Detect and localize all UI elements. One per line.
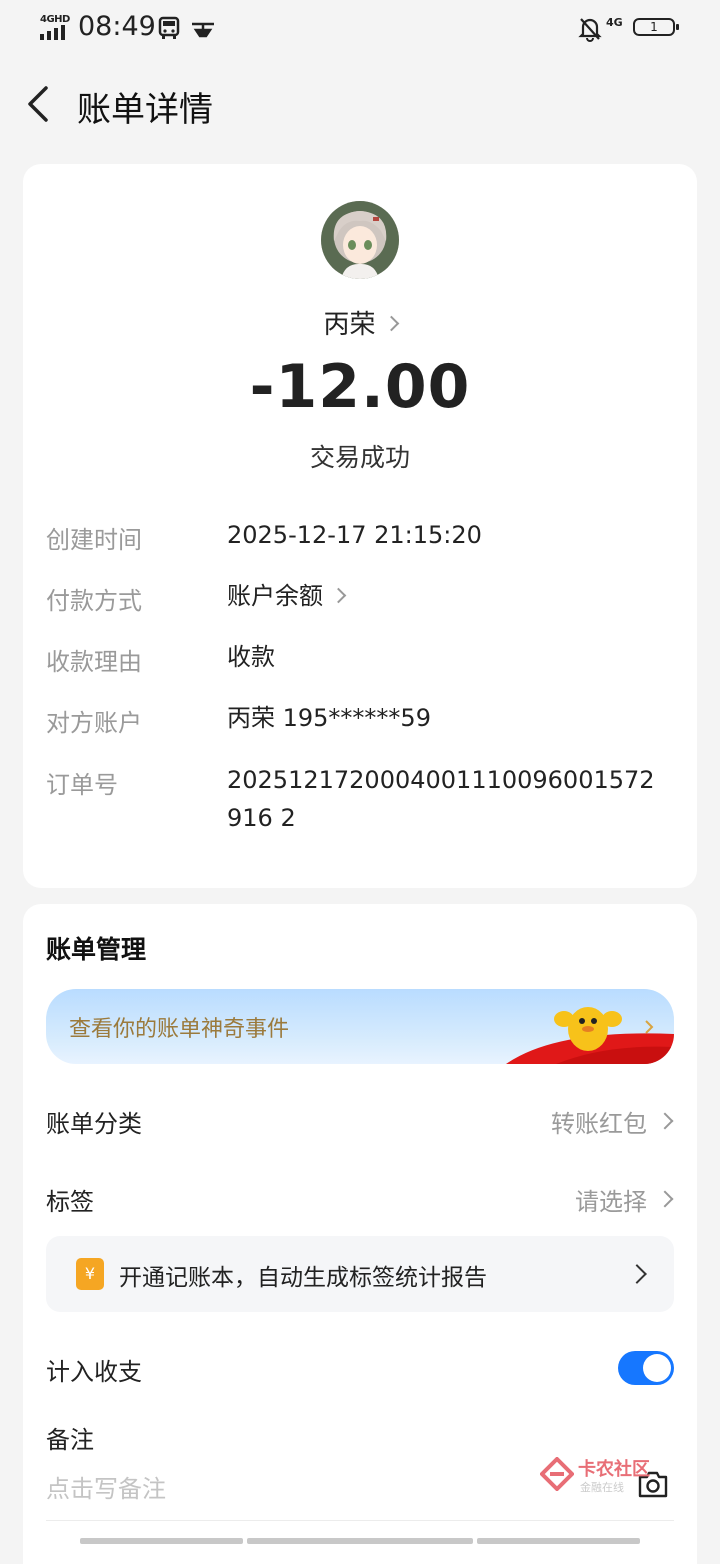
- nav-header: 账单详情: [0, 64, 720, 144]
- status-bar: 4GHD 08:49 4G 1: [0, 0, 720, 60]
- payment-method-link[interactable]: 账户余额: [227, 577, 347, 615]
- note-label: 备注: [46, 1426, 94, 1454]
- include-in-budget-toggle[interactable]: [618, 1351, 674, 1385]
- ledger-coupon-icon: ¥: [76, 1258, 104, 1290]
- chevron-right-icon: [656, 1112, 674, 1130]
- payee-name-link[interactable]: 丙荣: [23, 304, 697, 341]
- detail-label-payment-method: 付款方式: [46, 587, 142, 615]
- bill-events-banner[interactable]: 查看你的账单神奇事件: [46, 989, 674, 1064]
- open-ledger-promo[interactable]: ¥ 开通记账本，自动生成标签统计报告: [46, 1236, 674, 1312]
- watermark-text: 卡农社区: [578, 1459, 650, 1480]
- detail-value-payment-method: 账户余额: [227, 582, 323, 610]
- banner-text: 查看你的账单神奇事件: [69, 1017, 290, 1042]
- watermark-logo-icon: [540, 1457, 574, 1491]
- category-label: 账单分类: [46, 1110, 142, 1138]
- detail-value-counterparty: 丙荣 195******59: [227, 704, 431, 732]
- transaction-status: 交易成功: [309, 443, 410, 472]
- mascot-illustration-icon: [506, 1007, 674, 1064]
- note-input[interactable]: 点击写备注: [46, 1469, 166, 1504]
- battery-level: 1: [650, 20, 658, 34]
- chevron-right-icon: [627, 1264, 647, 1284]
- payee-name: 丙荣: [323, 310, 376, 340]
- cellular-signal-icon: 4GHD: [40, 14, 74, 40]
- chevron-right-icon: [656, 1190, 674, 1208]
- chevron-right-icon: [383, 315, 399, 332]
- detail-value-created-time: 2025-12-17 21:15:20: [227, 521, 482, 549]
- network-4g: 4G: [606, 16, 623, 29]
- detail-label-order-id: 订单号: [46, 771, 118, 799]
- detail-label-counterparty: 对方账户: [46, 709, 142, 737]
- drone-icon: [192, 22, 214, 38]
- back-arrow-icon[interactable]: [20, 82, 60, 126]
- bus-card-icon: [158, 16, 180, 39]
- battery-icon: 1: [633, 18, 679, 36]
- include-in-budget-label: 计入收支: [46, 1358, 142, 1386]
- network-type: 4GHD: [40, 14, 70, 25]
- tag-label: 标签: [46, 1188, 94, 1216]
- mute-bell-icon: [578, 18, 602, 42]
- promo-text: 开通记账本，自动生成标签统计报告: [119, 1265, 487, 1291]
- chevron-right-icon: [330, 587, 347, 604]
- detail-label-reason: 收款理由: [46, 648, 142, 676]
- clock: 08:49: [78, 11, 156, 42]
- detail-value-order-id: 2025121720004001110096001572916 2: [227, 766, 655, 832]
- detail-label-created-time: 创建时间: [46, 526, 142, 554]
- section-title: 账单管理: [46, 935, 147, 964]
- watermark-subtext: 金融在线: [580, 1481, 624, 1494]
- transaction-card: 丙荣 -12.00 交易成功 创建时间 2025-12-17 21:15:20 …: [23, 164, 697, 888]
- page-title: 账单详情: [77, 90, 213, 130]
- bottom-action-bar-edge: [80, 1538, 640, 1544]
- tag-select[interactable]: 请选择: [575, 1182, 647, 1217]
- detail-value-reason: 收款: [227, 643, 275, 671]
- category-value[interactable]: 转账红包: [551, 1104, 647, 1139]
- divider: [46, 1520, 674, 1521]
- avatar[interactable]: [321, 201, 399, 279]
- amount: -12.00: [249, 352, 471, 422]
- watermark: 卡农社区 金融在线: [540, 1455, 670, 1495]
